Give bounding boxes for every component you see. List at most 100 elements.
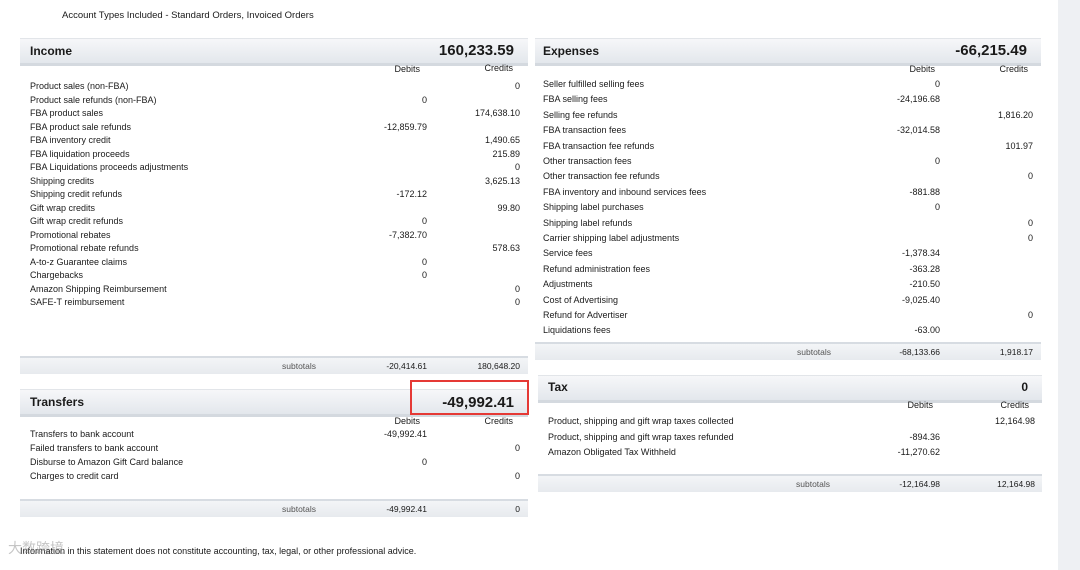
tax-row: Amazon Obligated Tax Withheld -11,270.62 <box>538 447 1042 460</box>
transfers-row-label: Charges to credit card <box>30 471 119 481</box>
account-types-note: Account Types Included - Standard Orders… <box>62 10 314 21</box>
expenses-row-debit: 0 <box>934 79 940 89</box>
expenses-row-label: Carrier shipping label adjustments <box>543 233 680 243</box>
expenses-row: Other transaction fee refunds 0 <box>535 171 1041 184</box>
expenses-row: Cost of Advertising -9,025.40 <box>535 295 1041 308</box>
expenses-row-credit: 0 <box>1027 310 1033 320</box>
income-row-credit: 0 <box>514 297 520 307</box>
income-row-credit: 3,625.13 <box>484 175 520 186</box>
income-subtotal-debit: -20,414.61 <box>386 361 427 371</box>
income-row-label: SAFE-T reimbursement <box>30 297 125 307</box>
expenses-row-label: Seller fulfilled selling fees <box>543 79 645 89</box>
transfers-row-debit: -49,992.41 <box>383 429 427 439</box>
income-row-debit: -7,382.70 <box>388 229 427 240</box>
expenses-row-label: FBA inventory and inbound services fees <box>543 186 707 197</box>
tax-row-debit: -894.36 <box>909 431 940 442</box>
income-row-label: FBA liquidation proceeds <box>30 148 130 159</box>
transfers-row: Charges to credit card 0 <box>20 471 528 484</box>
income-row-credit: 215.89 <box>492 148 520 159</box>
income-row-label: Promotional rebates <box>30 229 111 240</box>
income-row: Gift wrap credits 99.80 <box>20 203 528 216</box>
income-row-debit: 0 <box>421 216 427 226</box>
income-row-label: Chargebacks <box>30 270 84 280</box>
expenses-row-label: Other transaction fee refunds <box>543 171 660 182</box>
income-row: Shipping credits 3,625.13 <box>20 176 528 189</box>
expenses-row-label: Service fees <box>543 248 593 259</box>
expenses-row: FBA inventory and inbound services fees -… <box>535 187 1041 200</box>
tax-row-label: Product, shipping and gift wrap taxes re… <box>548 431 734 442</box>
income-row-label: Product sales (non-FBA) <box>30 81 129 91</box>
expenses-row-debit: -363.28 <box>909 263 940 274</box>
income-row-debit: 0 <box>421 256 427 267</box>
income-row: FBA Liquidations proceeds adjustments 0 <box>20 162 528 175</box>
page-gutter <box>1058 0 1080 570</box>
expenses-row-label: Shipping label purchases <box>543 202 644 213</box>
income-row-label: Promotional rebate refunds <box>30 243 139 253</box>
income-row: Gift wrap credit refunds 0 <box>20 216 528 229</box>
income-row: FBA inventory credit 1,490.65 <box>20 135 528 148</box>
income-row-credit: 1,490.65 <box>484 135 520 145</box>
expenses-row-credit: 0 <box>1027 217 1033 228</box>
expenses-row: Seller fulfilled selling fees 0 <box>535 79 1041 92</box>
tax-row-debit: -11,270.62 <box>897 447 940 457</box>
transfers-row: Disburse to Amazon Gift Card balance 0 <box>20 457 528 470</box>
income-row: Shipping credit refunds -172.12 <box>20 189 528 202</box>
income-total: 160,233.59 <box>438 42 514 59</box>
income-debits-header: Debits <box>394 64 420 74</box>
tax-row: Product, shipping and gift wrap taxes re… <box>538 432 1042 445</box>
expenses-row-debit: -32,014.58 <box>896 125 940 136</box>
expenses-row-label: Liquidations fees <box>543 325 611 336</box>
expenses-row-debit: -9,025.40 <box>901 294 940 305</box>
income-row: Promotional rebate refunds 578.63 <box>20 243 528 256</box>
expenses-row: Service fees -1,378.34 <box>535 248 1041 261</box>
expenses-row: Carrier shipping label adjustments 0 <box>535 233 1041 246</box>
income-title: Income <box>30 44 73 58</box>
income-row: Promotional rebates -7,382.70 <box>20 230 528 243</box>
income-row-label: FBA product sales <box>30 108 104 118</box>
income-row-credit: 99.80 <box>497 202 520 213</box>
income-row: Chargebacks 0 <box>20 270 528 283</box>
income-row: FBA product sales 174,638.10 <box>20 108 528 121</box>
income-row-debit: 0 <box>421 94 427 105</box>
expenses-subtotal-label: subtotals <box>797 347 832 357</box>
expenses-row-debit: -210.50 <box>909 279 940 290</box>
income-row-label: FBA inventory credit <box>30 135 111 145</box>
tax-title: Tax <box>548 380 568 394</box>
transfers-row-credit: 0 <box>514 443 520 453</box>
income-row-credit: 0 <box>514 162 520 172</box>
income-row-debit: -12,859.79 <box>383 121 427 132</box>
tax-subtotal-credit: 12,164.98 <box>997 479 1035 489</box>
expenses-row-label: Shipping label refunds <box>543 217 633 228</box>
transfers-row-label: Disburse to Amazon Gift Card balance <box>30 457 184 467</box>
transfers-row-label: Failed transfers to bank account <box>30 443 159 453</box>
income-row-label: Shipping credit refunds <box>30 189 123 199</box>
expenses-row-label: Selling fee refunds <box>543 109 618 120</box>
transfers-row-label: Transfers to bank account <box>30 429 134 439</box>
income-credits-header: Credits <box>484 63 513 73</box>
income-subtotal-bar: subtotals -20,414.61 180,648.20 <box>20 356 528 374</box>
expenses-row-label: Cost of Advertising <box>543 294 619 305</box>
income-subtotal-label: subtotals <box>282 361 317 371</box>
income-row-label: Amazon Shipping Reimbursement <box>30 283 167 294</box>
tax-debits-header: Debits <box>907 400 933 410</box>
expenses-row-label: FBA selling fees <box>543 94 608 105</box>
income-row-label: FBA Liquidations proceeds adjustments <box>30 162 189 172</box>
income-row-credit: 0 <box>514 81 520 91</box>
transfers-row: Transfers to bank account -49,992.41 <box>20 429 528 442</box>
transfers-subtotal-debit: -49,992.41 <box>386 504 427 514</box>
income-row-label: FBA product sale refunds <box>30 121 132 132</box>
expenses-row: FBA selling fees -24,196.68 <box>535 94 1041 107</box>
expenses-row-debit: -24,196.68 <box>896 94 940 105</box>
income-row-label: Gift wrap credits <box>30 202 96 213</box>
transfers-subtotal-credit: 0 <box>515 504 520 514</box>
transfers-debits-header: Debits <box>394 416 420 426</box>
expenses-row-credit: 0 <box>1027 233 1033 243</box>
income-row: FBA product sale refunds -12,859.79 <box>20 122 528 135</box>
income-row-label: A-to-z Guarantee claims <box>30 256 128 267</box>
expenses-subtotal-debit: -68,133.66 <box>899 347 940 357</box>
tax-section: Tax 0 Debits Credits Product, shipping a… <box>538 375 1042 495</box>
expenses-row-debit: -1,378.34 <box>901 248 940 259</box>
income-row-credit: 0 <box>514 283 520 294</box>
income-row: FBA liquidation proceeds 215.89 <box>20 149 528 162</box>
expenses-row-label: Adjustments <box>543 279 593 290</box>
